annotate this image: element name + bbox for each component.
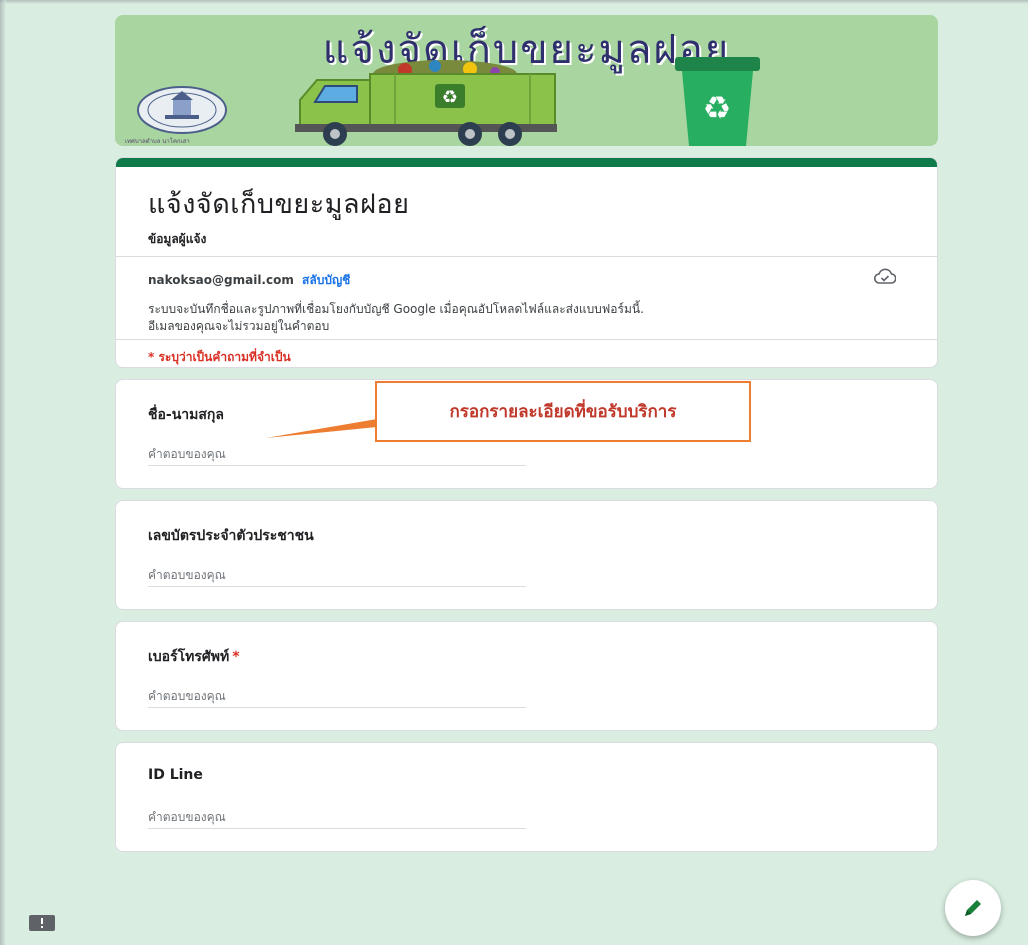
form-accent-bar [116,158,937,167]
question-card-id-number: เลขบัตรประจำตัวประชาชน [115,500,938,610]
garbage-truck-icon: ♻ [295,60,557,146]
phone-input[interactable] [148,684,526,708]
question-card-phone: เบอร์โทรศัพท์ * [115,621,938,731]
required-star: * [232,649,240,665]
name-input[interactable] [148,442,526,466]
divider [116,339,937,340]
question-label: เลขบัตรประจำตัวประชาชน [148,528,314,544]
question-label-text: เบอร์โทรศัพท์ [148,649,230,665]
line-id-input[interactable] [148,805,526,829]
edit-button[interactable] [945,880,1001,936]
svg-text:♻: ♻ [442,87,458,108]
header-banner: แจ้งจัดเก็บขยะมูลฝอย เทศบาลตำบล นาโคกเสา… [115,15,938,146]
feedback-icon[interactable] [29,915,55,931]
pencil-icon [965,900,981,916]
question-label: เบอร์โทรศัพท์ * [148,646,240,668]
switch-account-link[interactable]: สลับบัญชี [302,273,350,287]
account-row: nakoksao@gmail.com สลับบัญชี [148,271,350,290]
form-title: แจ้งจัดเก็บขยะมูลฝอย [148,189,410,220]
privacy-notice-line: ระบบจะบันทึกชื่อและรูปภาพที่เชื่อมโยงกับ… [148,302,644,316]
question-card-line-id: ID Line [115,742,938,852]
form-description: ข้อมูลผู้แจ้ง [148,232,207,246]
recycle-bin-icon: ♻ [675,57,760,146]
privacy-notice-line: อีเมลของคุณจะไม่รวมอยู่ในคำตอบ [148,319,330,333]
svg-text:♻: ♻ [703,89,732,127]
question-label: ID Line [148,767,203,783]
form-header-card: แจ้งจัดเก็บขยะมูลฝอย ข้อมูลผู้แจ้ง nakok… [115,157,938,368]
callout-text: กรอกรายละเอียดที่ขอรับบริการ [449,402,677,422]
callout-box: กรอกรายละเอียดที่ขอรับบริการ [375,381,751,442]
window-frame-left [0,0,6,945]
seal-caption: เทศบาลตำบล นาโคกเสา [125,138,190,145]
required-note: * ระบุว่าเป็นคำถามที่จำเป็น [148,350,291,364]
question-label: ชื่อ-นามสกุล [148,407,224,423]
id-number-input[interactable] [148,563,526,587]
privacy-notice: ระบบจะบันทึกชื่อและรูปภาพที่เชื่อมโยงกับ… [148,301,908,335]
cloud-check-icon [874,268,896,284]
municipality-seal-icon [137,86,227,134]
divider [116,256,937,257]
account-email: nakoksao@gmail.com [148,273,294,287]
window-frame-top [0,0,1028,4]
